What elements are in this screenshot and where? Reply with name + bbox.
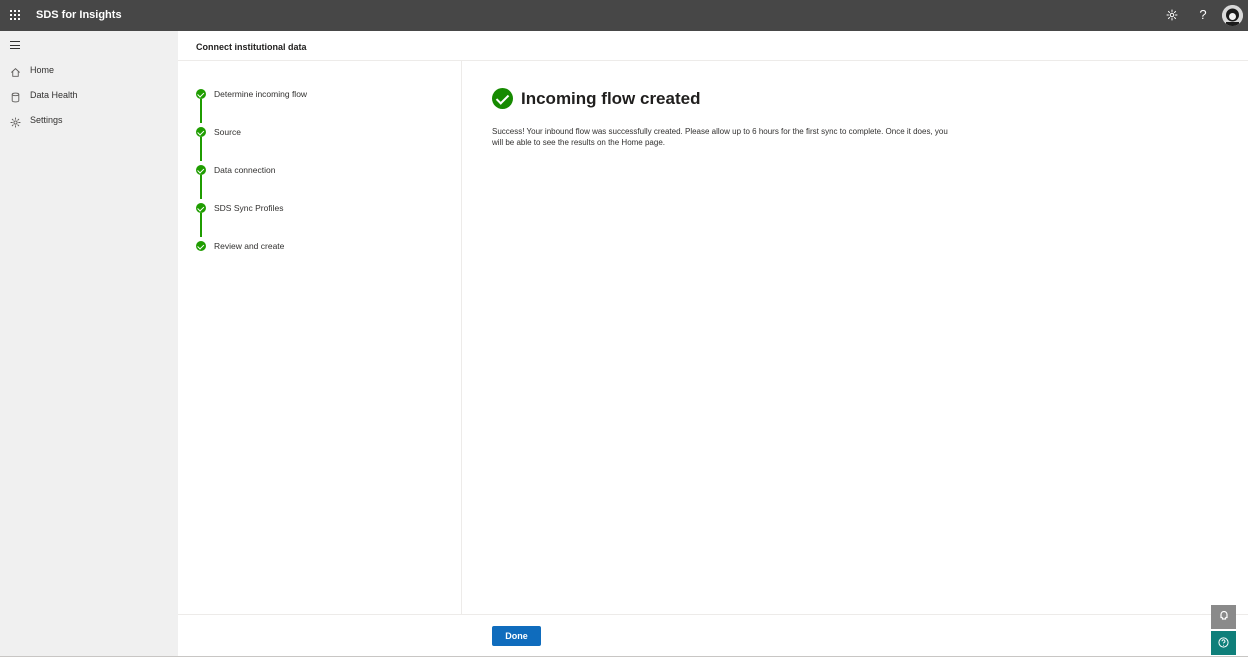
nav-item-home[interactable]: Home <box>0 60 178 82</box>
left-navigation: Home Data Health Settings <box>0 31 178 657</box>
header-divider <box>178 60 1248 61</box>
top-bar: SDS for Insights ? <box>0 0 1248 31</box>
help-chat-button[interactable] <box>1211 631 1236 655</box>
question-circle-icon <box>1211 636 1236 653</box>
footer-divider <box>178 614 1248 615</box>
feedback-button[interactable] <box>1211 605 1236 629</box>
database-icon <box>10 90 21 103</box>
nav-item-label: Data Health <box>30 90 78 100</box>
check-circle-icon <box>196 127 206 137</box>
done-button[interactable]: Done <box>492 626 541 646</box>
step-connector <box>200 137 202 161</box>
hamburger-menu-icon[interactable] <box>10 41 20 49</box>
step-label: Determine incoming flow <box>214 89 308 99</box>
check-circle-icon <box>196 241 206 251</box>
step-connector <box>200 213 202 237</box>
nav-item-label: Home <box>30 65 55 75</box>
step-label: SDS Sync Profiles <box>214 203 284 213</box>
page-title: Connect institutional data <box>196 42 307 52</box>
step-label: Source <box>214 127 241 137</box>
success-check-icon <box>492 88 513 109</box>
check-circle-icon <box>196 203 206 213</box>
gear-icon[interactable] <box>1165 8 1179 22</box>
check-circle-icon <box>196 165 206 175</box>
panel-divider <box>461 61 462 614</box>
step-label: Data connection <box>214 165 276 175</box>
gear-icon <box>10 115 21 128</box>
avatar[interactable] <box>1222 5 1243 26</box>
waffle-icon[interactable] <box>10 10 21 21</box>
app-title[interactable]: SDS for Insights <box>36 9 122 21</box>
success-message: Success! Your inbound flow was successfu… <box>492 127 948 147</box>
step-connector <box>200 175 202 199</box>
help-icon[interactable]: ? <box>1196 8 1210 22</box>
nav-item-label: Settings <box>30 115 63 125</box>
nav-item-settings[interactable]: Settings <box>0 110 178 132</box>
success-title: Incoming flow created <box>521 89 701 108</box>
feedback-icon <box>1211 610 1236 628</box>
home-icon <box>10 65 21 77</box>
step-connector <box>200 99 202 123</box>
step-label: Review and create <box>214 241 285 251</box>
nav-item-data-health[interactable]: Data Health <box>0 85 178 107</box>
check-circle-icon <box>196 89 206 99</box>
